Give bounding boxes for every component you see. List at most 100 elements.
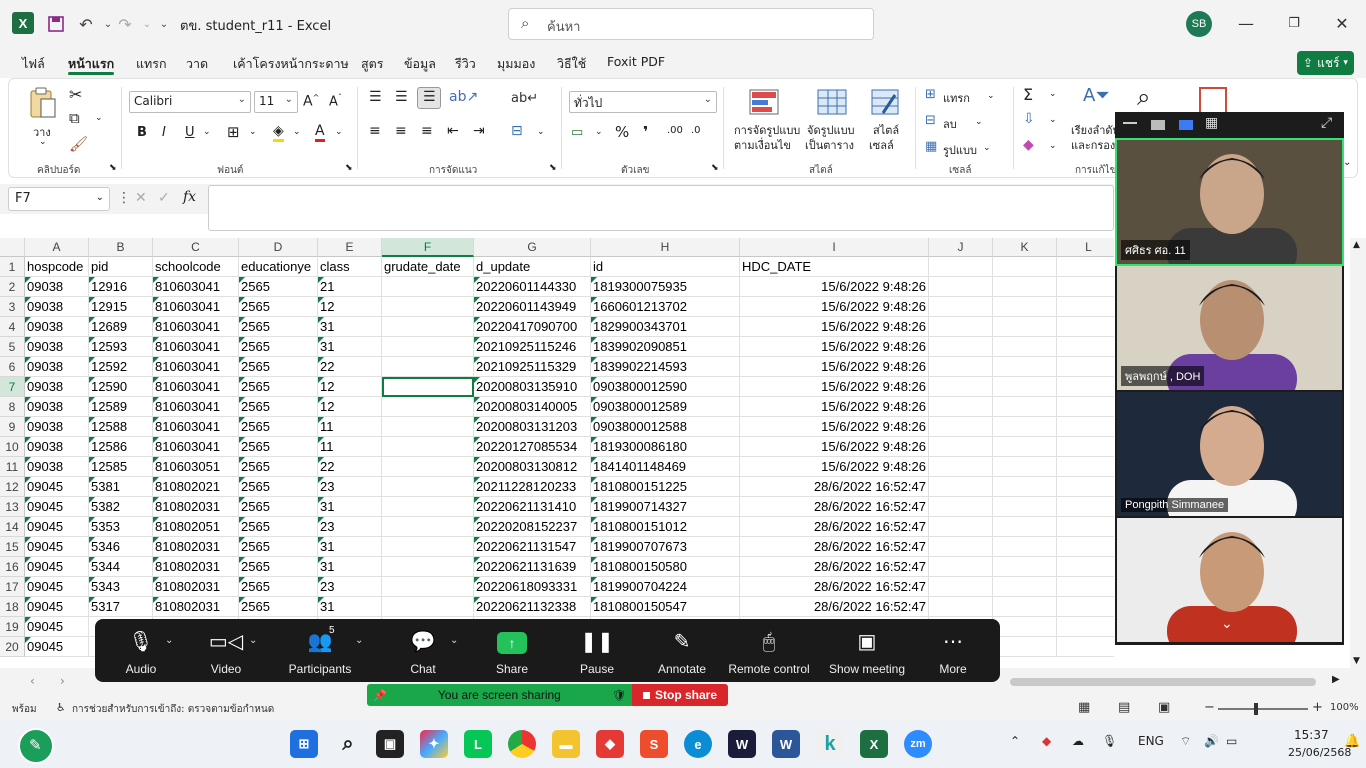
table-cell[interactable]: 09038 xyxy=(25,417,89,437)
row-header[interactable]: 3 xyxy=(0,297,25,317)
table-cell[interactable] xyxy=(1057,597,1114,617)
table-cell[interactable]: 810802031 xyxy=(153,557,239,577)
table-cell[interactable]: 20220621132338 xyxy=(474,597,591,617)
table-cell[interactable] xyxy=(1057,477,1114,497)
row-header[interactable]: 8 xyxy=(0,397,25,417)
table-cell[interactable]: 5381 xyxy=(89,477,153,497)
formula-input[interactable] xyxy=(208,185,1114,231)
row-header[interactable]: 2 xyxy=(0,277,25,297)
table-cell[interactable] xyxy=(1057,417,1114,437)
webex-icon[interactable]: W xyxy=(728,730,756,758)
sort-filter-label-2[interactable]: และกรอง xyxy=(1071,136,1115,154)
row-header[interactable]: 6 xyxy=(0,357,25,377)
table-cell[interactable] xyxy=(1057,617,1114,637)
table-cell[interactable]: 810603041 xyxy=(153,297,239,317)
table-cell[interactable]: 2565 xyxy=(239,397,318,417)
row-header[interactable]: 20 xyxy=(0,637,25,657)
table-cell[interactable] xyxy=(1057,517,1114,537)
comma-style-icon[interactable]: ❜ xyxy=(643,123,648,141)
enter-icon[interactable]: ✓ xyxy=(158,190,170,206)
table-cell[interactable]: 12 xyxy=(318,377,382,397)
redo-icon[interactable]: ↷ xyxy=(113,12,137,36)
table-cell[interactable]: 12592 xyxy=(89,357,153,377)
search-icon[interactable]: ⌕ xyxy=(334,730,362,758)
table-cell[interactable]: 09038 xyxy=(25,317,89,337)
participants-button[interactable]: 👥 5 Participants xyxy=(285,619,355,682)
table-cell[interactable]: 09038 xyxy=(25,337,89,357)
table-cell[interactable]: 31 xyxy=(318,557,382,577)
fill-color-dropdown-icon[interactable]: ⌄ xyxy=(293,127,301,137)
table-cell[interactable]: 31 xyxy=(318,337,382,357)
autosum-icon[interactable]: Σ xyxy=(1023,85,1033,104)
table-cell[interactable]: 31 xyxy=(318,597,382,617)
align-left-icon[interactable]: ≡ xyxy=(369,123,381,139)
middle-align-icon[interactable]: ☰ xyxy=(395,89,408,105)
bottom-align-icon[interactable]: ☰ xyxy=(417,87,441,109)
table-cell[interactable] xyxy=(993,637,1057,657)
decrease-indent-icon[interactable]: ⇤ xyxy=(447,123,459,139)
user-avatar[interactable]: SB xyxy=(1186,11,1212,37)
table-cell[interactable]: 1810800151225 xyxy=(591,477,740,497)
file-explorer-icon[interactable]: ▬ xyxy=(552,730,580,758)
wrap-text-icon[interactable]: ab↵ xyxy=(511,91,538,106)
table-cell[interactable]: 12585 xyxy=(89,457,153,477)
header-cell[interactable]: class xyxy=(318,257,382,277)
table-cell[interactable]: 09045 xyxy=(25,597,89,617)
row-header[interactable]: 14 xyxy=(0,517,25,537)
scroll-right-icon[interactable]: ▶ xyxy=(1332,674,1340,685)
chevron-down-icon[interactable]: ⌄ xyxy=(1049,89,1057,99)
table-cell[interactable]: 20220127085534 xyxy=(474,437,591,457)
table-cell[interactable] xyxy=(382,557,474,577)
table-cell[interactable]: 20200803140005 xyxy=(474,397,591,417)
table-cell[interactable]: 23 xyxy=(318,517,382,537)
tab-foxit-pdf[interactable]: Foxit PDF xyxy=(607,54,665,69)
table-cell[interactable]: 2565 xyxy=(239,597,318,617)
table-cell[interactable] xyxy=(993,537,1057,557)
table-cell[interactable]: 09038 xyxy=(25,357,89,377)
table-cell[interactable]: 1841401148469 xyxy=(591,457,740,477)
table-cell[interactable]: 810603041 xyxy=(153,337,239,357)
table-cell[interactable] xyxy=(993,577,1057,597)
shopee-icon[interactable]: S xyxy=(640,730,668,758)
merge-center-icon[interactable]: ⊟ xyxy=(511,123,523,139)
table-cell[interactable]: 20200803135910 xyxy=(474,377,591,397)
bold-icon[interactable]: B xyxy=(137,125,147,140)
row-header[interactable]: 1 xyxy=(0,257,25,277)
table-cell[interactable]: 21 xyxy=(318,277,382,297)
table-cell[interactable]: 09038 xyxy=(25,297,89,317)
table-cell[interactable] xyxy=(1057,457,1114,477)
conditional-formatting-icon[interactable] xyxy=(749,89,779,115)
paste-dropdown-icon[interactable]: ⌄ xyxy=(39,137,47,147)
orientation-icon[interactable]: ab↗ xyxy=(449,89,478,105)
table-cell[interactable]: 28/6/2022 16:52:47 xyxy=(740,557,929,577)
table-cell[interactable]: 5346 xyxy=(89,537,153,557)
select-all-corner[interactable] xyxy=(0,238,25,257)
participant-video-tile[interactable]: พูลพฤกษ์ , DOH xyxy=(1117,266,1342,390)
format-as-table-icon[interactable] xyxy=(817,89,847,115)
table-cell[interactable] xyxy=(929,517,993,537)
table-cell[interactable]: 20220618093331 xyxy=(474,577,591,597)
column-header-f[interactable]: F xyxy=(382,238,474,257)
table-cell[interactable]: 5317 xyxy=(89,597,153,617)
language-indicator[interactable]: ENG xyxy=(1138,734,1164,748)
close-button[interactable]: ✕ xyxy=(1332,13,1352,33)
copy-icon[interactable]: ⧉ xyxy=(69,109,80,127)
show-meeting-button[interactable]: ▣ Show meeting xyxy=(823,619,911,682)
table-cell[interactable] xyxy=(929,417,993,437)
battery-icon[interactable]: ▭ xyxy=(1226,734,1237,748)
header-cell[interactable] xyxy=(929,257,993,277)
table-cell[interactable]: 15/6/2022 9:48:26 xyxy=(740,317,929,337)
format-painter-icon[interactable]: 🖌 xyxy=(69,135,88,153)
table-cell[interactable]: 15/6/2022 9:48:26 xyxy=(740,297,929,317)
chevron-down-icon[interactable]: ⌄ xyxy=(165,635,173,646)
tab-home[interactable]: หน้าแรก xyxy=(68,54,114,74)
underline-icon[interactable]: U xyxy=(185,125,195,140)
pause-button[interactable]: ❚❚ Pause xyxy=(569,619,625,682)
table-cell[interactable] xyxy=(382,577,474,597)
font-color-dropdown-icon[interactable]: ⌄ xyxy=(335,127,343,137)
zoom-app-icon[interactable]: zm xyxy=(904,730,932,758)
table-cell[interactable]: 1810800150580 xyxy=(591,557,740,577)
borders-icon[interactable]: ⊞ xyxy=(227,123,240,141)
table-cell[interactable]: 12590 xyxy=(89,377,153,397)
decrease-decimal-icon[interactable]: .0 xyxy=(691,125,701,136)
